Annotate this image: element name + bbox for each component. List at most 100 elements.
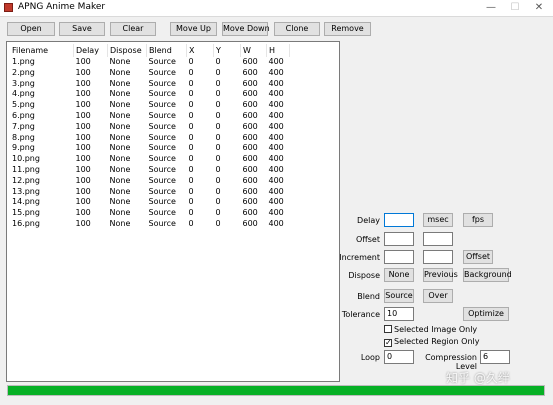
checkbox-icon[interactable]	[384, 325, 392, 333]
close-button[interactable]: ✕	[527, 0, 551, 16]
table-cell: 0	[215, 132, 221, 142]
offset-x-input[interactable]	[384, 232, 414, 246]
table-cell: 100	[75, 78, 91, 88]
table-cell: None	[109, 132, 131, 142]
table-cell: None	[109, 89, 131, 99]
table-row[interactable]: 16.png 100 None Source 0 0 600 400	[10, 219, 290, 230]
table-cell: 2.png	[12, 67, 35, 77]
table-cell: Source	[148, 154, 176, 164]
table-cell: 400	[268, 100, 284, 110]
table-cell: 600	[242, 164, 258, 174]
clear-button[interactable]: Clear	[110, 22, 156, 36]
loop-input[interactable]: 0	[384, 350, 414, 364]
column-header[interactable]: Y	[213, 44, 241, 57]
table-cell: 0	[188, 208, 194, 218]
table-cell: 600	[242, 197, 258, 207]
table-cell: Source	[148, 121, 176, 131]
column-header[interactable]: Delay	[73, 44, 108, 57]
dispose-background-button[interactable]: Background	[463, 268, 512, 282]
table-cell: None	[109, 186, 131, 196]
clone-button[interactable]: Clone	[274, 22, 320, 36]
table-row[interactable]: 14.png 100 None Source 0 0 600 400	[10, 197, 290, 208]
table-row[interactable]: 9.png 100 None Source 0 0 600 400	[10, 143, 290, 154]
table-cell: 400	[268, 110, 284, 120]
table-row[interactable]: 13.png 100 None Source 0 0 600 400	[10, 187, 290, 198]
table-cell: None	[109, 218, 131, 228]
move-down-button[interactable]: Move Down	[222, 22, 270, 36]
table-cell: 0	[215, 121, 221, 131]
table-cell: 100	[75, 218, 91, 228]
table-cell: 400	[268, 154, 284, 164]
minimize-button[interactable]: —	[479, 0, 503, 16]
checkbox-icon[interactable]: ✓	[384, 339, 392, 347]
table-cell: Source	[148, 67, 176, 77]
table-row[interactable]: 10.png 100 None Source 0 0 600 400	[10, 154, 290, 165]
table-cell: 0	[188, 154, 194, 164]
table-cell: 400	[268, 57, 284, 66]
column-header[interactable]: Blend	[146, 44, 187, 57]
table-row[interactable]: 4.png 100 None Source 0 0 600 400	[10, 89, 290, 100]
maximize-button[interactable]: ☐	[503, 0, 527, 16]
table-row[interactable]: 6.png 100 None Source 0 0 600 400	[10, 111, 290, 122]
selected-image-only-checkbox[interactable]: Selected Image Only	[384, 325, 477, 334]
offset-y-input[interactable]	[423, 232, 453, 246]
delay-input[interactable]	[384, 213, 414, 227]
remove-button[interactable]: Remove	[324, 22, 371, 36]
column-header[interactable]: Filename	[10, 44, 74, 57]
column-header[interactable]: Dispose	[107, 44, 147, 57]
table-cell: None	[109, 154, 131, 164]
table-cell: 0	[215, 100, 221, 110]
offset-label: Offset	[355, 235, 380, 244]
table-cell: None	[109, 175, 131, 185]
column-header[interactable]: W	[240, 44, 267, 57]
table-cell: 400	[268, 197, 284, 207]
optimize-button[interactable]: Optimize	[463, 307, 509, 321]
compression-level-input[interactable]: 6	[480, 350, 510, 364]
column-header[interactable]: H	[266, 44, 290, 57]
blend-source-button[interactable]: Source	[384, 289, 414, 303]
table-cell: 9.png	[12, 143, 35, 153]
table-row[interactable]: 15.png 100 None Source 0 0 600 400	[10, 208, 290, 219]
msec-button[interactable]: msec	[423, 213, 453, 227]
table-cell: 0	[215, 67, 221, 77]
selected-region-only-checkbox[interactable]: ✓ Selected Region Only	[384, 337, 479, 347]
offset-button[interactable]: Offset	[463, 250, 493, 264]
blend-over-button[interactable]: Over	[423, 289, 453, 303]
table-cell: None	[109, 57, 131, 66]
dispose-previous-button[interactable]: Previous	[423, 268, 458, 282]
table-row[interactable]: 5.png 100 None Source 0 0 600 400	[10, 100, 290, 111]
table-cell: None	[109, 67, 131, 77]
frame-list[interactable]: Filename Delay Dispose Blend X Y W H 1.p…	[6, 41, 340, 382]
move-up-button[interactable]: Move Up	[170, 22, 217, 36]
table-cell: 400	[268, 132, 284, 142]
tolerance-input[interactable]: 10	[384, 307, 414, 321]
table-cell: Source	[148, 218, 176, 228]
table-cell: 600	[242, 143, 258, 153]
table-row[interactable]: 1.png 100 None Source 0 0 600 400	[10, 57, 290, 68]
increment-x-input[interactable]	[384, 250, 414, 264]
table-cell: 400	[268, 89, 284, 99]
table-row[interactable]: 12.png 100 None Source 0 0 600 400	[10, 176, 290, 187]
table-row[interactable]: 8.png 100 None Source 0 0 600 400	[10, 133, 290, 144]
table-cell: 400	[268, 218, 284, 228]
column-header[interactable]: X	[186, 44, 214, 57]
save-button[interactable]: Save	[59, 22, 105, 36]
selected-region-only-label: Selected Region Only	[394, 337, 480, 346]
fps-button[interactable]: fps	[463, 213, 493, 227]
increment-y-input[interactable]	[423, 250, 453, 264]
table-row[interactable]: 2.png 100 None Source 0 0 600 400	[10, 68, 290, 79]
table-row[interactable]: 3.png 100 None Source 0 0 600 400	[10, 79, 290, 90]
table-cell: 400	[268, 186, 284, 196]
table-cell: Source	[148, 175, 176, 185]
table-cell: None	[109, 100, 131, 110]
table-row[interactable]: 11.png 100 None Source 0 0 600 400	[10, 165, 290, 176]
table-cell: 0	[215, 154, 221, 164]
table-cell: 100	[75, 164, 91, 174]
table-cell: Source	[148, 110, 176, 120]
table-cell: 0	[215, 110, 221, 120]
table-cell: 0	[188, 78, 194, 88]
open-button[interactable]: Open	[7, 22, 55, 36]
dispose-none-button[interactable]: None	[384, 268, 414, 282]
table-cell: 100	[75, 154, 91, 164]
table-row[interactable]: 7.png 100 None Source 0 0 600 400	[10, 122, 290, 133]
